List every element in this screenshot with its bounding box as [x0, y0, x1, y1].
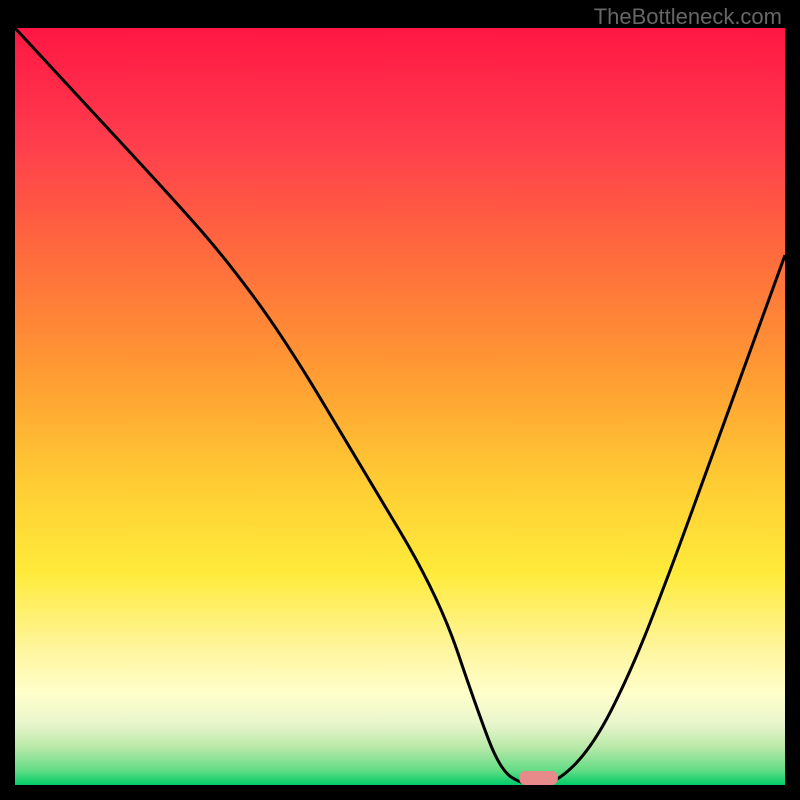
chart-container — [15, 28, 785, 785]
gradient-background — [15, 28, 785, 785]
optimal-marker — [519, 771, 558, 785]
watermark-text: TheBottleneck.com — [594, 4, 782, 30]
bottleneck-chart — [15, 28, 785, 785]
